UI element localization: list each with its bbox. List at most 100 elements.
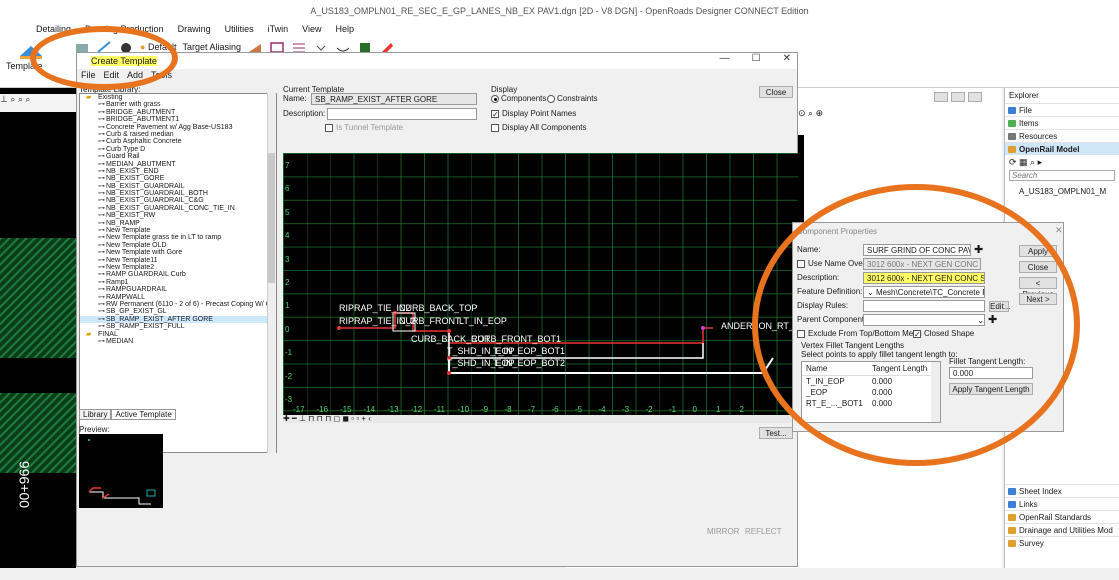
- drainage-icon: [1008, 527, 1016, 534]
- template-library-tree[interactable]: ▰ Existing ⊶ Barrier with grass ⊶ BRIDGE_ABUT…: [79, 93, 277, 453]
- template-preview: [79, 434, 163, 508]
- library-item-label: NB_EXIST_GUARDRAIL: [106, 182, 185, 190]
- library-item[interactable]: ⊶ NB_EXIST_GUARDRAIL_C&G: [80, 197, 276, 204]
- template-icon: ⊶: [98, 123, 105, 131]
- library-item[interactable]: ⊶ NB_EXIST_END: [80, 168, 276, 175]
- explorer-drainage[interactable]: Drainage and Utilities Mod: [1005, 523, 1119, 536]
- library-item[interactable]: ⊶ New Template OLD: [80, 242, 276, 249]
- template-icon: ⊶: [98, 263, 105, 271]
- explorer-item-resources[interactable]: Resources: [1005, 129, 1119, 142]
- tab-library[interactable]: Library: [79, 409, 112, 420]
- close-button[interactable]: Close: [759, 86, 793, 98]
- left-view-canvas[interactable]: 00+966: [0, 88, 76, 568]
- highlight-ring: [30, 26, 178, 90]
- is-tunnel-checkbox[interactable]: Is Tunnel Template: [325, 123, 403, 132]
- explorer-survey[interactable]: Survey: [1005, 536, 1119, 549]
- library-item[interactable]: ⊶ Curb & raised median: [80, 131, 276, 138]
- test-button[interactable]: Test...: [759, 427, 793, 439]
- create-template-dialog: Create Template — ☐ ✕ File Edit Add Tool…: [76, 52, 803, 567]
- library-item[interactable]: ⊶ NB_EXIST_GORE: [80, 175, 276, 182]
- library-item[interactable]: ⊶ RW Permanent (6110 - 2 of 6) - Precast …: [80, 301, 276, 308]
- menu-view[interactable]: View: [302, 22, 321, 36]
- explorer-item-items[interactable]: Items: [1005, 116, 1119, 129]
- library-item-label: NB_EXIST_GUARDRAIL_BOTH: [106, 190, 208, 198]
- library-item[interactable]: ⊶ New Template grass tie in LT to ramp: [80, 234, 276, 241]
- maximize-icon[interactable]: ☐: [752, 53, 761, 64]
- template-icon: ⊶: [98, 167, 105, 175]
- library-item-label: Curb Asphaltic Concrete: [106, 138, 182, 146]
- explorer-openrail-standards[interactable]: OpenRail Standards: [1005, 510, 1119, 523]
- library-item[interactable]: ⊶ RAMP GUARDRAIL Curb: [80, 271, 276, 278]
- library-scroll-thumb[interactable]: [268, 153, 275, 283]
- library-item[interactable]: ⊶ NB_EXIST_GUARDRAIL_CONC_TIE_IN: [80, 205, 276, 212]
- library-item[interactable]: ⊶ BRIDGE_ABUTMENT1: [80, 116, 276, 123]
- template-canvas[interactable]: 7 6 5 4 3 2 1 0 -1 -2 -3 -17 -16 -15 -14 -13 -12 -11 -10-…: [283, 153, 803, 415]
- explorer-links[interactable]: Links: [1005, 497, 1119, 510]
- library-item[interactable]: ⊶ BRIDGE_ABUTMENT: [80, 109, 276, 116]
- template-description-field[interactable]: [327, 108, 477, 120]
- library-item[interactable]: ⊶ RAMPGUARDRAIL: [80, 286, 276, 293]
- menu-help[interactable]: Help: [335, 22, 354, 36]
- constraints-radio[interactable]: Constraints: [547, 94, 597, 103]
- menu-drawing[interactable]: Drawing: [178, 22, 211, 36]
- library-item-label: NB_EXIST_GUARDRAIL_C&G: [106, 197, 204, 205]
- library-item-label: New Template grass tie in LT to ramp: [106, 234, 222, 242]
- sheet-icon: [1008, 488, 1016, 495]
- tab-active-template[interactable]: Active Template: [111, 409, 176, 420]
- items-icon: [1008, 120, 1016, 127]
- library-item[interactable]: ⊶ Guard Rail: [80, 153, 276, 160]
- library-item[interactable]: ⊶ NB_EXIST_GUARDRAIL_BOTH: [80, 190, 276, 197]
- view-tools-icon[interactable]: ⊙ ⌕ ⊕: [798, 108, 823, 119]
- library-item-label: BRIDGE_ABUTMENT1: [106, 116, 180, 124]
- library-folder[interactable]: ▰ Existing: [80, 94, 276, 101]
- library-item[interactable]: ⊶ Ramp1: [80, 279, 276, 286]
- display-all-components-checkbox[interactable]: Display All Components: [491, 123, 586, 132]
- library-item[interactable]: ⊶ NB_RAMP: [80, 220, 276, 227]
- library-item[interactable]: ⊶ New Template with Gore: [80, 249, 276, 256]
- library-item[interactable]: ⊶ MEDIAN: [80, 338, 276, 345]
- view-close-button[interactable]: [968, 92, 982, 102]
- menu-utilities[interactable]: Utilities: [225, 22, 254, 36]
- library-item[interactable]: ⊶ Curb Type D: [80, 146, 276, 153]
- library-item[interactable]: ⊶ New Template11: [80, 257, 276, 264]
- explorer-item-openrail-model[interactable]: OpenRail Model: [1005, 142, 1119, 155]
- close-icon[interactable]: ✕: [783, 53, 791, 64]
- library-item[interactable]: ⊶ Curb Asphaltic Concrete: [80, 138, 276, 145]
- menu-itwin[interactable]: iTwin: [268, 22, 289, 36]
- library-item[interactable]: ⊶ NB_EXIST_GUARDRAIL: [80, 183, 276, 190]
- library-item[interactable]: ⊶ NB_EXIST_RW: [80, 212, 276, 219]
- library-item-label: MEDIAN: [106, 337, 134, 345]
- library-item[interactable]: ⊶ SB_RAMP_EXIST_FULL: [80, 323, 276, 330]
- view-restore-button[interactable]: [951, 92, 965, 102]
- file-icon: [1008, 107, 1016, 114]
- mirror-button[interactable]: MIRROR: [707, 527, 739, 536]
- library-folder[interactable]: ▰ FINAL: [80, 331, 276, 338]
- canvas-toolbar[interactable]: ✚ ━ ⊥ ⊓ ⊓ ⊓ ◻ ◼ ▫ ▫ + ‹: [283, 414, 371, 423]
- library-item[interactable]: ⊶ New Template2: [80, 264, 276, 271]
- library-item[interactable]: ⊶ SB_GP_EXIST_GL: [80, 308, 276, 315]
- openrail-icon: [1008, 146, 1016, 153]
- template-name-field[interactable]: SB_RAMP_EXIST_AFTER GORE: [311, 93, 477, 105]
- library-item[interactable]: ⊶ New Template: [80, 227, 276, 234]
- reflect-button[interactable]: REFLECT: [745, 527, 781, 536]
- library-item[interactable]: ⊶ Concrete Pavement w/ Agg Base-US183: [80, 124, 276, 131]
- library-item[interactable]: ⊶ MEDIAN_ABUTMENT: [80, 161, 276, 168]
- close-icon[interactable]: ✕: [1055, 225, 1063, 236]
- library-item[interactable]: ⊶ RAMPWALL: [80, 294, 276, 301]
- view-minimize-button[interactable]: [934, 92, 948, 102]
- explorer-tree-item[interactable]: A_US183_OMPLN01_M: [1005, 181, 1119, 196]
- library-tabs: Library Active Template: [79, 409, 176, 420]
- template-icon: ⊶: [98, 315, 105, 323]
- minimize-icon[interactable]: —: [720, 53, 730, 64]
- explorer-search-input[interactable]: Search: [1009, 170, 1115, 181]
- template-icon: ⊶: [98, 219, 105, 227]
- library-item[interactable]: ⊶ SB_RAMP_EXIST_AFTER GORE: [80, 315, 276, 324]
- library-item-label: New Template: [106, 227, 151, 235]
- explorer-sheet-index[interactable]: Sheet Index: [1005, 484, 1119, 497]
- target-aliasing-button[interactable]: Target Aliasing: [182, 42, 241, 52]
- library-item[interactable]: ⊶ Barrier with grass: [80, 101, 276, 108]
- components-radio[interactable]: Components: [491, 94, 546, 103]
- view-tools-icon[interactable]: ⊥ ⌕ ⌕ ⌕: [0, 94, 30, 104]
- explorer-item-file[interactable]: File: [1005, 103, 1119, 116]
- display-point-names-checkbox[interactable]: Display Point Names: [491, 109, 576, 118]
